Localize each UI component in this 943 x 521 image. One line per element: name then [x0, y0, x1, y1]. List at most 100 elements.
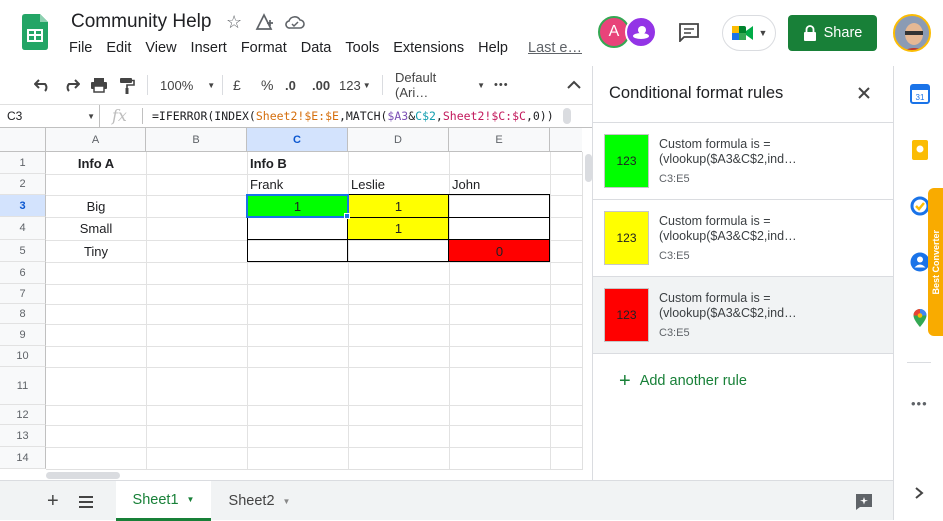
paint-format-icon[interactable]	[119, 66, 135, 104]
menu-extensions[interactable]: Extensions	[393, 40, 464, 56]
grid-line	[46, 324, 586, 325]
corner-header[interactable]	[0, 128, 46, 152]
row-header-1[interactable]: 1	[0, 152, 46, 174]
column-header-d[interactable]: D	[348, 128, 449, 152]
last-edit-link[interactable]: Last e…	[528, 40, 582, 56]
cell-d3[interactable]: 1	[348, 195, 449, 217]
column-header-f[interactable]	[550, 128, 582, 152]
horizontal-scroll-thumb[interactable]	[46, 472, 120, 479]
menu-file[interactable]: File	[69, 40, 92, 56]
column-header-c[interactable]: C	[247, 128, 348, 152]
row-header-10[interactable]: 10	[0, 346, 46, 367]
all-sheets-icon[interactable]	[79, 495, 93, 513]
fill-handle[interactable]	[344, 213, 350, 219]
maps-icon[interactable]	[910, 308, 930, 328]
redo-icon[interactable]	[62, 66, 80, 104]
row-header-12[interactable]: 12	[0, 405, 46, 425]
name-box[interactable]: C3 ▼	[0, 105, 100, 127]
vertical-scrollbar[interactable]	[582, 152, 592, 470]
zoom-select[interactable]: 100% ▼	[160, 66, 215, 104]
meet-button[interactable]: ▼	[722, 15, 776, 51]
doc-title[interactable]: Community Help	[71, 11, 211, 33]
star-icon[interactable]: ☆	[226, 12, 242, 33]
increase-decimal-button[interactable]: .00	[312, 66, 330, 104]
cell-c2[interactable]: Frank	[247, 174, 348, 195]
more-toolbar-button[interactable]: •••	[494, 66, 509, 104]
row-header-13[interactable]: 13	[0, 425, 46, 447]
horizontal-scrollbar[interactable]	[46, 469, 582, 480]
formula-scrollbar[interactable]	[563, 108, 571, 124]
format-rule-3[interactable]: 123 Custom formula is = (vlookup($A3&C$2…	[593, 277, 894, 354]
number-format-select[interactable]: 123 ▼	[339, 66, 371, 104]
menu-insert[interactable]: Insert	[191, 40, 227, 56]
cell-a3[interactable]: Big	[46, 195, 146, 217]
spreadsheet-grid[interactable]: A B C D E 1 2 3 4 5 6 7 8 9 10 11 12 13 …	[0, 128, 592, 480]
explore-icon[interactable]	[855, 493, 873, 516]
row-header-9[interactable]: 9	[0, 324, 46, 346]
formula-divider	[142, 108, 143, 124]
sheet-tab-sheet2[interactable]: Sheet2 ▼	[212, 481, 307, 521]
meet-icon	[731, 26, 753, 40]
row-header-3[interactable]: 3	[0, 195, 46, 217]
cell-e2[interactable]: John	[449, 174, 550, 195]
active-cell-selection[interactable]	[246, 194, 349, 218]
share-button[interactable]: Share	[788, 15, 877, 51]
menu-edit[interactable]: Edit	[106, 40, 131, 56]
tasks-icon[interactable]	[910, 196, 930, 216]
expand-panel-icon[interactable]	[914, 486, 924, 505]
calendar-icon[interactable]: 31	[910, 84, 930, 104]
row-header-4[interactable]: 4	[0, 217, 46, 240]
row-header-7[interactable]: 7	[0, 284, 46, 304]
row-header-8[interactable]: 8	[0, 304, 46, 324]
column-header-e[interactable]: E	[449, 128, 550, 152]
cell-e5[interactable]: 0	[449, 240, 550, 262]
add-rule-button[interactable]: + Add another rule	[619, 371, 747, 391]
comments-icon[interactable]	[678, 22, 700, 47]
close-icon[interactable]	[857, 86, 871, 105]
menu-help[interactable]: Help	[478, 40, 508, 56]
rule-condition: Custom formula is =	[659, 291, 771, 305]
cell-a4[interactable]: Small	[46, 217, 146, 240]
row-header-11[interactable]: 11	[0, 367, 46, 405]
formula-input[interactable]: =IFERROR(INDEX(Sheet2!$E:$E,MATCH($A3&C$…	[152, 109, 554, 123]
decrease-decimal-button[interactable]: .0	[285, 66, 296, 104]
cloud-status-icon[interactable]	[285, 14, 305, 35]
undo-icon[interactable]	[34, 66, 52, 104]
vertical-scroll-thumb[interactable]	[585, 154, 592, 182]
account-avatar[interactable]	[893, 14, 931, 52]
cell-d4[interactable]: 1	[348, 217, 449, 240]
cell-a1[interactable]: Info A	[46, 152, 146, 174]
extension-tab-label: Best Converter	[931, 229, 941, 295]
cell-c1[interactable]: Info B	[247, 152, 348, 174]
menu-data[interactable]: Data	[301, 40, 332, 56]
more-apps-icon[interactable]: •••	[911, 396, 928, 411]
cell-d2[interactable]: Leslie	[348, 174, 449, 195]
move-icon[interactable]	[255, 13, 274, 36]
row-header-5[interactable]: 5	[0, 240, 46, 262]
column-header-a[interactable]: A	[46, 128, 146, 152]
cell-a5[interactable]: Tiny	[46, 240, 146, 262]
row-header-14[interactable]: 14	[0, 447, 46, 469]
row-header-6[interactable]: 6	[0, 262, 46, 284]
contacts-icon[interactable]	[910, 252, 930, 272]
chevron-down-icon: ▼	[362, 80, 371, 90]
extension-tab[interactable]: Best Converter	[928, 188, 943, 336]
menu-format[interactable]: Format	[241, 40, 287, 56]
currency-button[interactable]: £	[233, 66, 241, 104]
print-icon[interactable]	[90, 66, 108, 104]
keep-icon[interactable]	[910, 140, 930, 160]
menu-tools[interactable]: Tools	[345, 40, 379, 56]
column-header-b[interactable]: B	[146, 128, 247, 152]
sheet-tab-sheet1[interactable]: Sheet1 ▼	[116, 481, 211, 521]
add-sheet-icon[interactable]: +	[47, 490, 59, 513]
sheets-logo-icon[interactable]	[22, 14, 48, 50]
decrease-decimal-label: .0	[285, 77, 296, 93]
format-rule-2[interactable]: 123 Custom formula is = (vlookup($A3&C$2…	[593, 200, 894, 277]
row-header-2[interactable]: 2	[0, 174, 46, 195]
collapse-menus-icon[interactable]	[567, 66, 581, 104]
font-select[interactable]: Default (Ari… ▼	[395, 66, 485, 104]
format-rule-1[interactable]: 123 Custom formula is = (vlookup($A3&C$2…	[593, 123, 894, 200]
menu-view[interactable]: View	[145, 40, 176, 56]
collaborator-avatar-2[interactable]	[625, 16, 657, 48]
percent-button[interactable]: %	[261, 66, 273, 104]
